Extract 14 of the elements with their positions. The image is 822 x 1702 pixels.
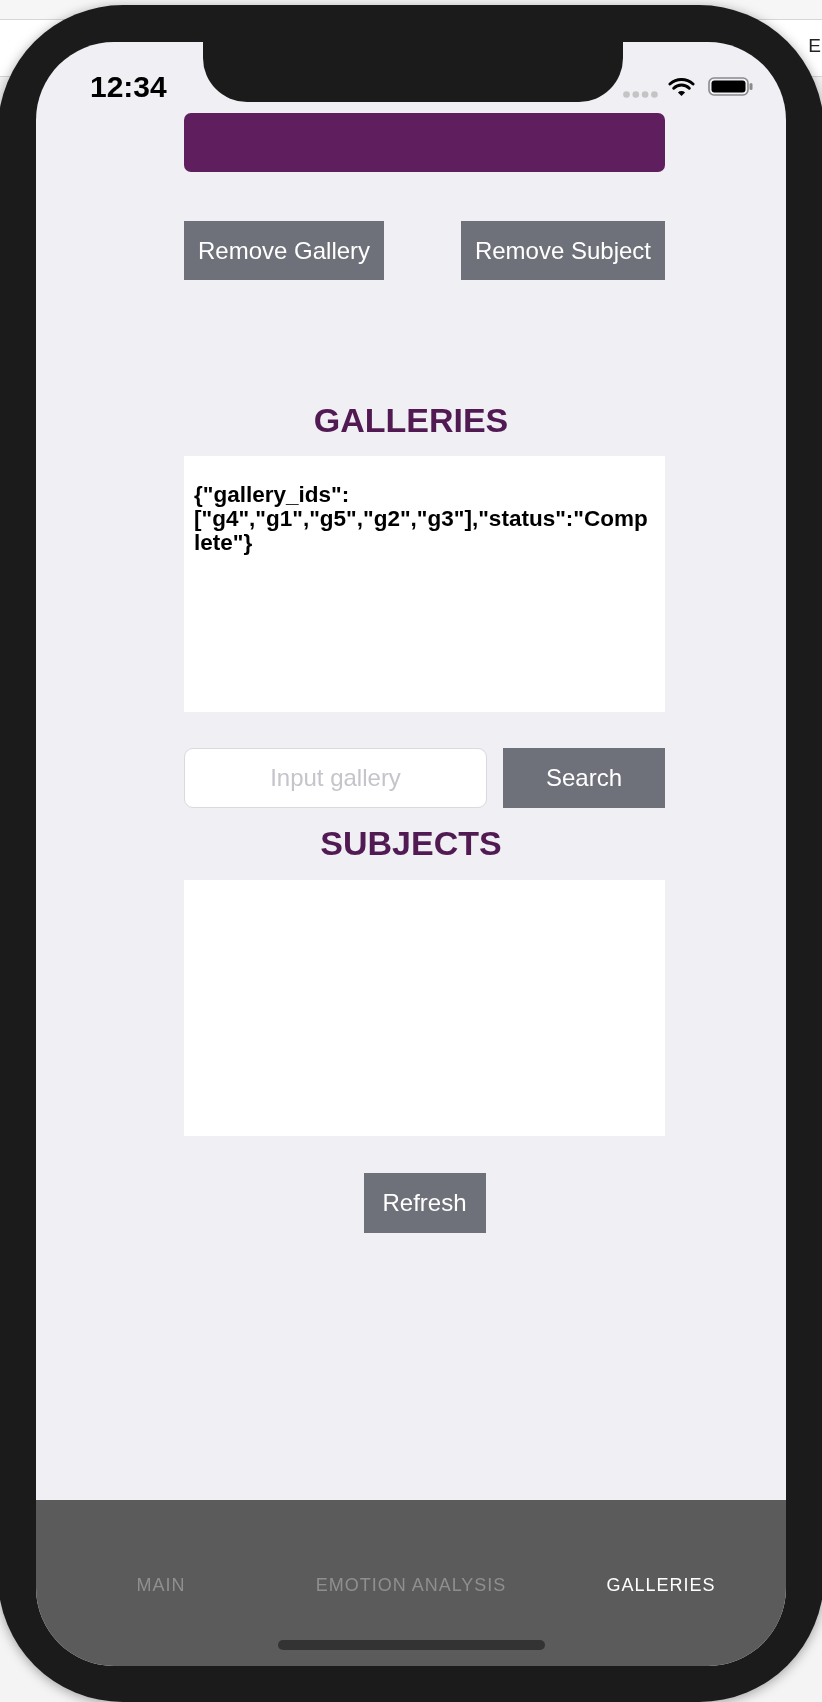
search-button[interactable]: Search xyxy=(503,748,665,808)
tab[interactable]: GALLERIES xyxy=(606,1573,716,1597)
refresh-button[interactable]: Refresh xyxy=(363,1173,486,1233)
status-time: 12:34 xyxy=(90,70,167,103)
background-window-text: E xyxy=(808,35,821,57)
signal-dots-icon xyxy=(623,91,658,98)
battery-icon xyxy=(708,77,753,96)
wifi-icon xyxy=(668,76,695,97)
galleries-heading: GALLERIES xyxy=(313,402,509,438)
gallery-input[interactable]: Input gallery xyxy=(184,748,487,808)
remove-subject-button[interactable]: Remove Subject xyxy=(460,221,665,280)
remove-gallery-button[interactable]: Remove Gallery xyxy=(184,221,385,280)
galleries-output: {"gallery_ids":["g4","g1","g5","g2","g3"],"status":"Complete"} xyxy=(184,456,665,712)
subjects-heading: SUBJECTS xyxy=(320,825,502,861)
